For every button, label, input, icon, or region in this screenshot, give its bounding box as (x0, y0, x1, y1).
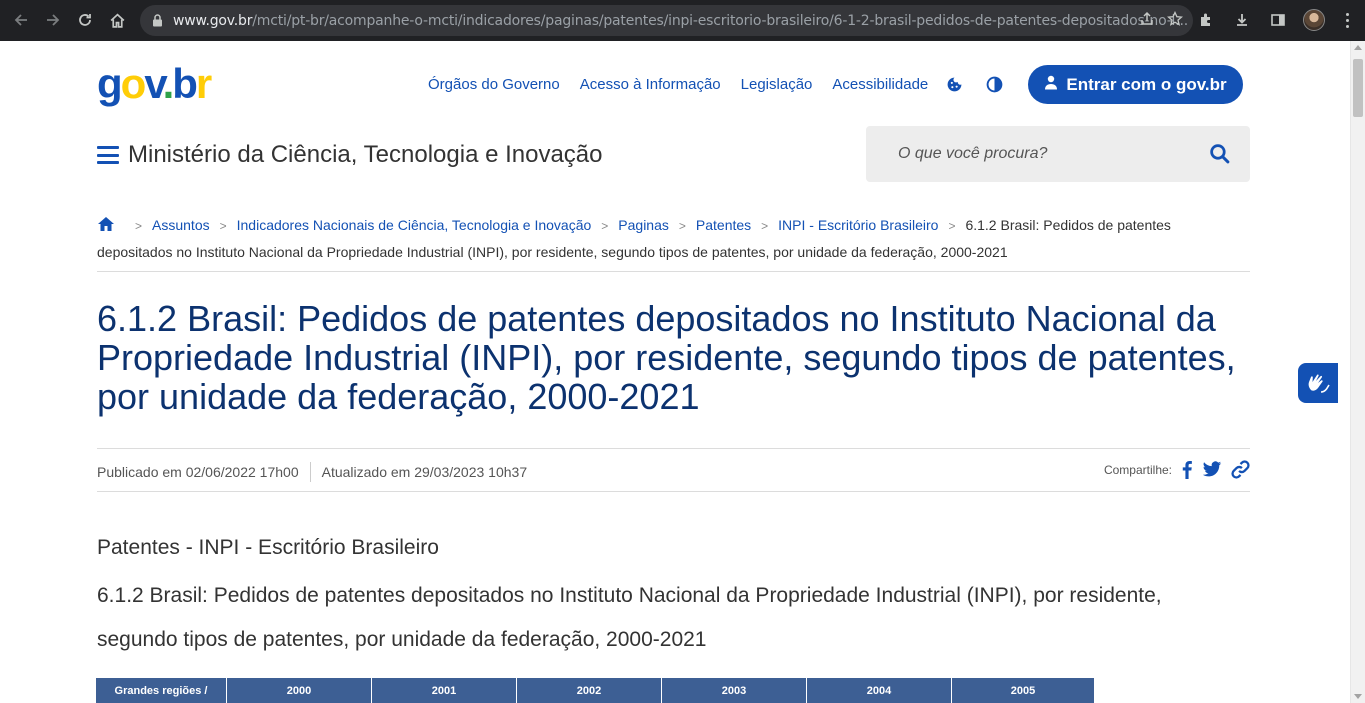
breadcrumb-assuntos[interactable]: Assuntos (152, 217, 210, 233)
scroll-down-arrow-icon[interactable] (1354, 694, 1362, 699)
facebook-icon[interactable] (1181, 460, 1193, 479)
login-label: Entrar com o gov.br (1066, 74, 1227, 94)
scrollbar-thumb[interactable] (1353, 59, 1363, 117)
section-title: Patentes - INPI - Escritório Brasileiro (97, 536, 439, 559)
table-header-cell: 2005 (951, 677, 1095, 703)
lock-icon (152, 14, 163, 27)
link-acesso-a-informacao[interactable]: Acesso à Informação (580, 76, 721, 93)
breadcrumb: > Assuntos > Indicadores Nacionais de Ciênc… (97, 215, 1171, 260)
user-icon (1044, 75, 1058, 95)
scroll-up-arrow-icon[interactable] (1354, 45, 1362, 50)
table-caption: 6.1.2 Brasil: Pedidos de patentes deposi… (97, 584, 1162, 651)
breadcrumb-inpi[interactable]: INPI - Escritório Brasileiro (778, 217, 938, 233)
table-header-row: Grandes regiões / 2000 2001 2002 2003 20… (95, 677, 1095, 703)
cookie-icon[interactable] (946, 76, 963, 98)
divider (97, 491, 1250, 492)
extensions-icon[interactable] (1191, 5, 1221, 35)
back-icon[interactable] (6, 5, 36, 35)
download-icon[interactable] (1227, 5, 1257, 35)
search-input[interactable]: O que você procura? (866, 126, 1250, 182)
forward-icon[interactable] (38, 5, 68, 35)
breadcrumb-patentes[interactable]: Patentes (696, 217, 751, 233)
updated-date: Atualizado em 29/03/2023 10h37 (321, 464, 528, 480)
home-breadcrumb-icon[interactable] (97, 215, 115, 240)
bookmark-star-icon[interactable] (1166, 10, 1184, 31)
breadcrumb-indicadores[interactable]: Indicadores Nacionais de Ciência, Tecnol… (237, 217, 592, 233)
hamburger-menu-icon[interactable] (97, 146, 119, 164)
table-header-cell: 2003 (661, 677, 807, 703)
table-header-cell: 2004 (806, 677, 952, 703)
home-icon[interactable] (102, 5, 132, 35)
published-date: Publicado em 02/06/2022 17h00 (97, 464, 299, 480)
profile-avatar[interactable] (1299, 5, 1329, 35)
breadcrumb-paginas[interactable]: Paginas (618, 217, 669, 233)
link-orgaos-do-governo[interactable]: Órgãos do Governo (428, 76, 560, 93)
login-button[interactable]: Entrar com o gov.br (1028, 65, 1243, 104)
contrast-icon[interactable] (986, 76, 1003, 98)
page-scrollbar[interactable] (1350, 41, 1365, 703)
page-title: 6.1.2 Brasil: Pedidos de patentes deposi… (97, 298, 1236, 417)
link-legislacao[interactable]: Legislação (741, 76, 813, 93)
table-header-cell: 2000 (226, 677, 372, 703)
search-placeholder: O que você procura? (898, 145, 1048, 162)
divider (97, 448, 1250, 449)
divider (97, 271, 1250, 272)
reload-icon[interactable] (70, 5, 100, 35)
address-bar[interactable]: www.gov.br/mcti/pt-br/acompanhe-o-mcti/i… (140, 5, 1193, 36)
site-title[interactable]: Ministério da Ciência, Tecnologia e Inov… (128, 141, 603, 169)
table-header-cell: Grandes regiões / (95, 677, 227, 703)
url-host: www.gov.br (173, 12, 253, 29)
share-page-icon[interactable] (1139, 11, 1155, 31)
top-links: Órgãos do Governo Acesso à Informação Le… (428, 76, 928, 93)
browser-toolbar: www.gov.br/mcti/pt-br/acompanhe-o-mcti/i… (0, 0, 1365, 41)
copy-link-icon[interactable] (1231, 460, 1250, 479)
vlibras-sign-language-icon[interactable] (1298, 363, 1338, 403)
share-bar: Compartilhe: (1104, 460, 1250, 479)
share-label: Compartilhe: (1103, 462, 1172, 477)
table-header-cell: 2001 (371, 677, 517, 703)
patents-table: Grandes regiões / 2000 2001 2002 2003 20… (95, 677, 1095, 703)
side-panel-icon[interactable] (1263, 5, 1293, 35)
table-header-cell: 2002 (516, 677, 662, 703)
url-path: /mcti/pt-br/acompanhe-o-mcti/indicadores… (252, 12, 1189, 29)
twitter-icon[interactable] (1202, 461, 1222, 478)
search-icon[interactable] (1209, 143, 1230, 169)
browser-menu-icon[interactable] (1335, 5, 1359, 35)
publication-meta: Publicado em 02/06/2022 17h00 Atualizado… (97, 462, 527, 482)
govbr-logo[interactable]: gov.br (97, 60, 212, 108)
link-acessibilidade[interactable]: Acessibilidade (832, 76, 928, 93)
